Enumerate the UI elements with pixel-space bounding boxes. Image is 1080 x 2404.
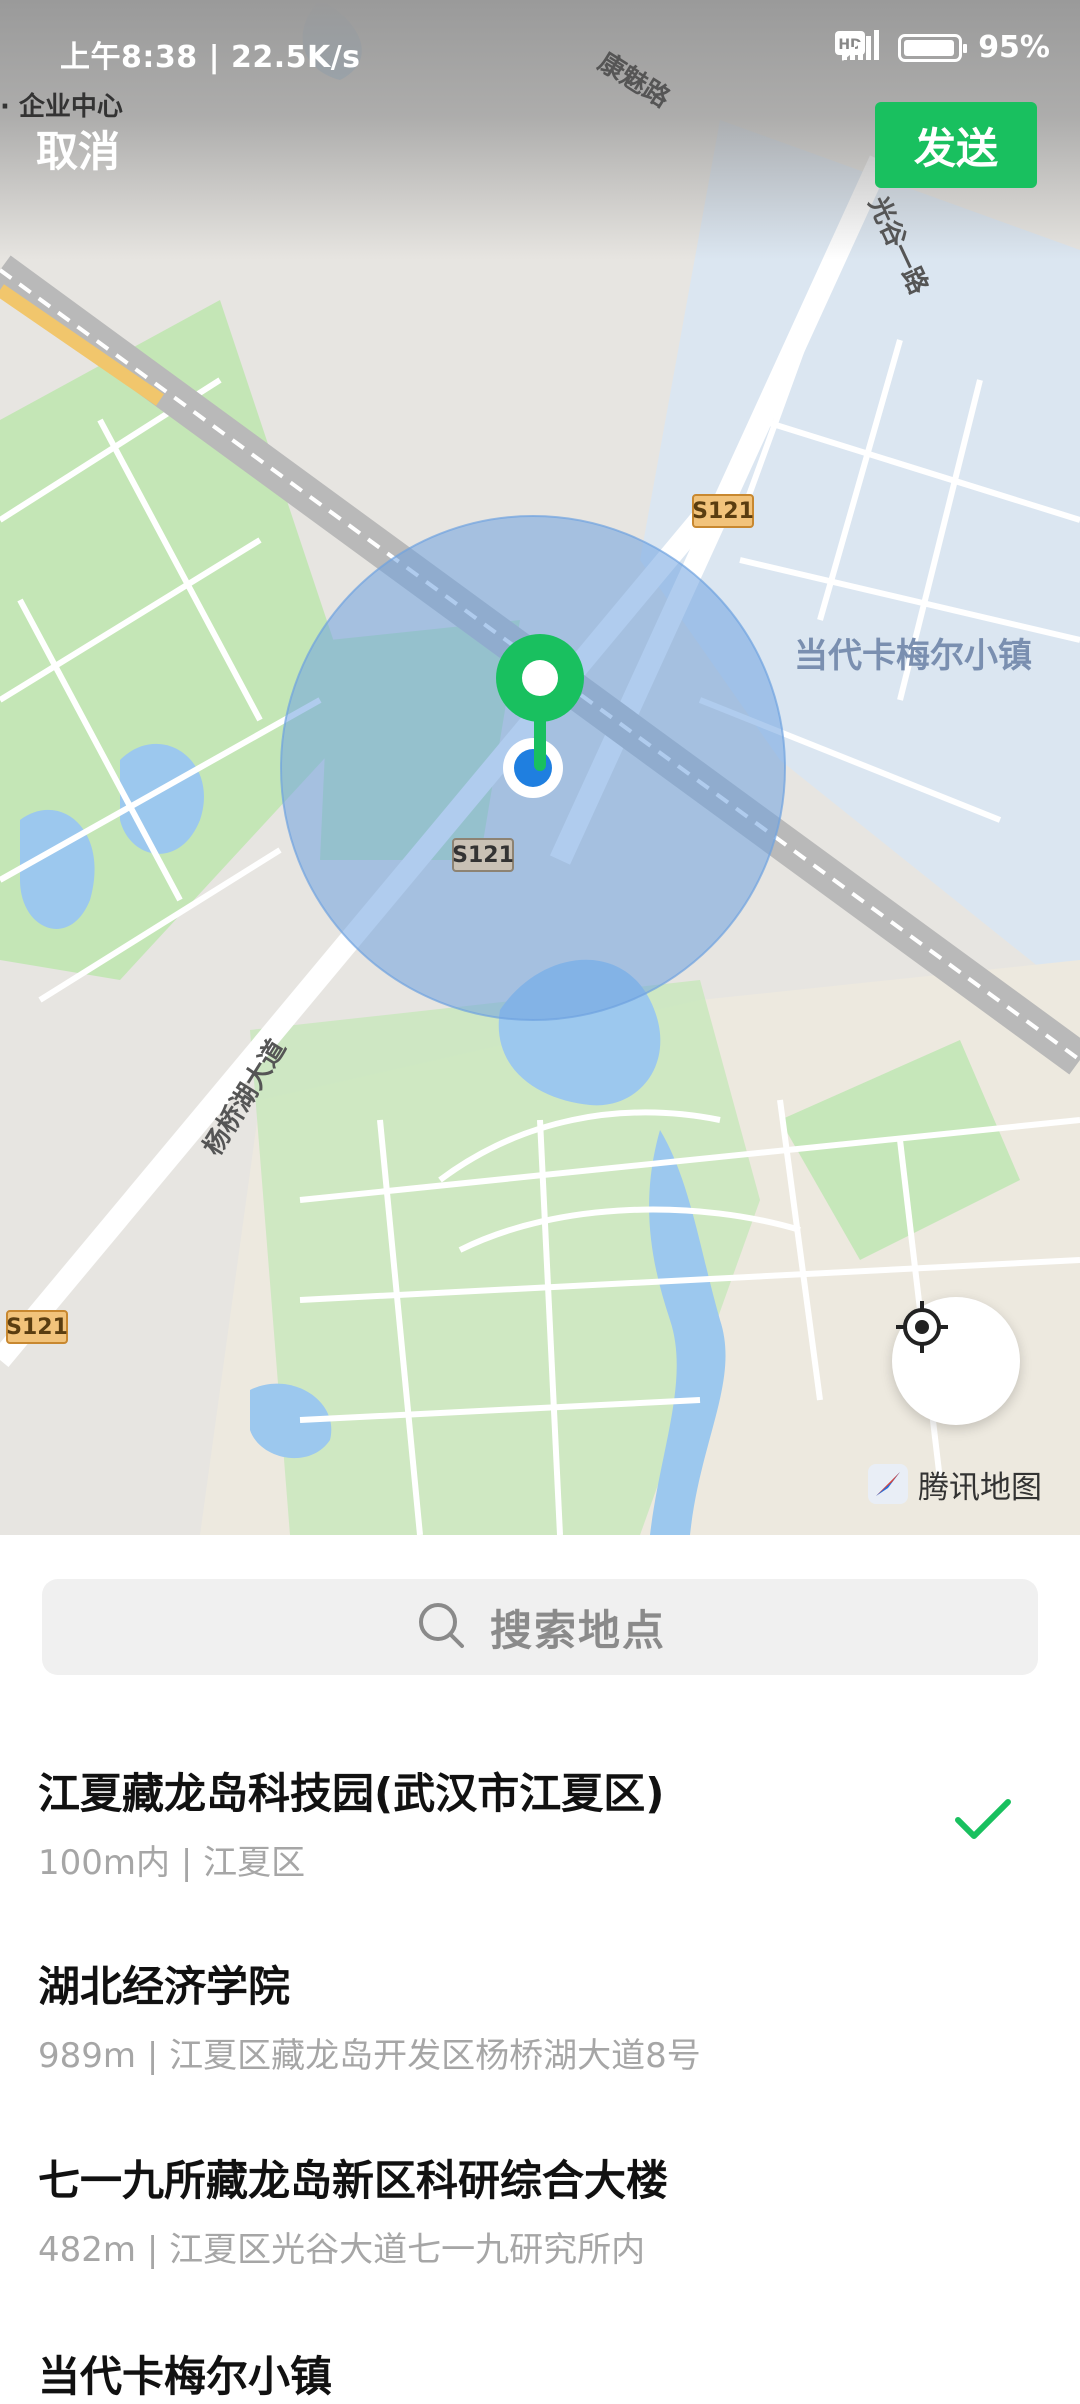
location-name: 湖北经济学院 bbox=[38, 1962, 291, 2011]
battery-icon bbox=[898, 33, 968, 62]
checkmark-icon bbox=[954, 1798, 1012, 1846]
my-location-button[interactable] bbox=[892, 1297, 1020, 1425]
send-button[interactable]: 发送 bbox=[875, 102, 1037, 188]
location-result-item[interactable]: 七一九所藏龙岛新区科研综合大楼 482m | 江夏区光谷大道七一九研究所内 bbox=[38, 2147, 1042, 2271]
location-meta: 482m | 江夏区光谷大道七一九研究所内 bbox=[38, 2230, 646, 2270]
map-view[interactable]: 当代卡梅尔小镇 康魅路 光谷一路 杨桥湖大道 S121 S121 S121 上午… bbox=[0, 0, 1080, 1535]
map-attribution: 腾讯地图 bbox=[866, 1462, 1042, 1507]
status-bar: 上午8:38 | 22.5K/s HD 95% bbox=[0, 0, 1080, 104]
cancel-button[interactable]: 取消 bbox=[36, 118, 120, 179]
location-meta: 989m | 江夏区藏龙岛开发区杨桥湖大道8号 bbox=[38, 2036, 701, 2076]
search-placeholder: 搜索地点 bbox=[489, 1605, 666, 1655]
road-shield: S121 bbox=[692, 494, 754, 528]
location-name: 江夏藏龙岛科技园(武汉市江夏区) bbox=[38, 1769, 665, 1818]
location-result-item[interactable]: 湖北经济学院 989m | 江夏区藏龙岛开发区杨桥湖大道8号 bbox=[38, 1953, 1042, 2077]
location-result-item[interactable]: 当代卡梅尔小镇 bbox=[38, 2343, 1042, 2404]
location-panel: 搜索地点 江夏藏龙岛科技园(武汉市江夏区) 100m内 | 江夏区 湖北经济学院… bbox=[0, 1535, 1080, 2401]
location-result-item[interactable]: 江夏藏龙岛科技园(武汉市江夏区) 100m内 | 江夏区 bbox=[38, 1760, 1042, 1884]
road-shield: S121 bbox=[6, 1310, 68, 1344]
search-bar[interactable]: 搜索地点 bbox=[42, 1579, 1038, 1675]
battery-percent: 95% bbox=[978, 30, 1050, 65]
road-shield: S121 bbox=[452, 838, 514, 872]
status-time-speed: 上午8:38 | 22.5K/s bbox=[60, 40, 361, 75]
location-meta: 100m内 | 江夏区 bbox=[38, 1843, 306, 1883]
tencent-map-logo-icon bbox=[866, 1463, 910, 1507]
attribution-text: 腾讯地图 bbox=[918, 1470, 1042, 1506]
search-icon bbox=[414, 1598, 468, 1656]
location-name: 七一九所藏龙岛新区科研综合大楼 bbox=[38, 2156, 669, 2205]
map-place-label: 当代卡梅尔小镇 bbox=[794, 636, 1032, 676]
location-name: 当代卡梅尔小镇 bbox=[38, 2352, 333, 2401]
